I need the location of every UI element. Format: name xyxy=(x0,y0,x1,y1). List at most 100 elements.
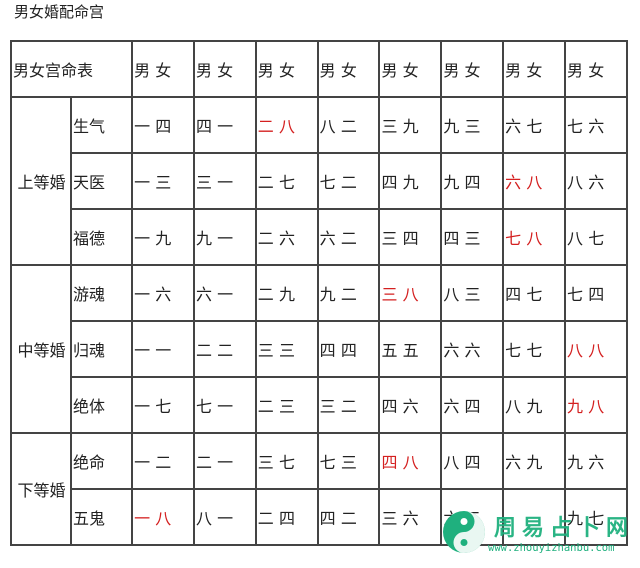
pair-cell: 二六 xyxy=(254,208,319,266)
female-label: 女 xyxy=(278,61,295,80)
palace-name: 生气 xyxy=(70,96,134,154)
palace-name: 福德 xyxy=(70,208,134,266)
male-number: 八 xyxy=(319,117,336,136)
pair-cell: 一一 xyxy=(131,320,195,378)
male-number: 三 xyxy=(257,453,274,472)
header-gender-pair: 男女 xyxy=(378,40,443,98)
male-number: 二 xyxy=(195,341,212,360)
pair-cell: 二一 xyxy=(192,432,257,490)
male-number: 二 xyxy=(195,453,212,472)
male-number: 三 xyxy=(195,173,212,192)
pair-cell: 六七 xyxy=(502,96,567,154)
male-number: 三 xyxy=(257,341,274,360)
pair-cell-highlighted: 九八 xyxy=(564,376,628,434)
pair-cell: 一三 xyxy=(131,152,195,210)
pair-cell: 六四 xyxy=(440,376,505,434)
pair-cell: 四二 xyxy=(316,488,381,546)
female-number: 六 xyxy=(588,117,605,136)
pair-cell-highlighted: 一八 xyxy=(131,488,195,546)
pair-cell: 七四 xyxy=(564,264,628,322)
male-label: 男 xyxy=(319,61,336,80)
female-label: 女 xyxy=(402,61,419,80)
female-number: 三 xyxy=(464,117,481,136)
female-number: 一 xyxy=(217,173,234,192)
female-label: 女 xyxy=(526,61,543,80)
pair-cell: 一二 xyxy=(131,432,195,490)
male-number: 四 xyxy=(381,397,398,416)
pair-cell: 四七 xyxy=(502,264,567,322)
female-number: 一 xyxy=(155,341,172,360)
female-number: 八 xyxy=(402,453,419,472)
table-row: 天医一三三一二七七二四九九四六八八六 xyxy=(11,152,628,210)
male-number: 一 xyxy=(134,509,151,528)
male-number: 九 xyxy=(567,453,584,472)
pair-cell: 一六 xyxy=(131,264,195,322)
header-gender-pair: 男女 xyxy=(316,40,381,98)
female-number: 七 xyxy=(526,341,543,360)
pair-cell-highlighted: 七八 xyxy=(502,208,567,266)
male-number: 八 xyxy=(567,173,584,192)
male-label: 男 xyxy=(567,61,584,80)
male-number: 八 xyxy=(505,397,522,416)
male-number: 二 xyxy=(257,509,274,528)
female-number: 八 xyxy=(155,509,172,528)
header-gender-pair: 男女 xyxy=(254,40,319,98)
female-number: 四 xyxy=(340,341,357,360)
female-number: 一 xyxy=(217,453,234,472)
male-number: 七 xyxy=(195,397,212,416)
female-number: 四 xyxy=(155,117,172,136)
palace-name: 游魂 xyxy=(70,264,134,322)
female-number: 七 xyxy=(155,397,172,416)
pair-cell: 一四 xyxy=(131,96,195,154)
male-number: 一 xyxy=(134,341,151,360)
female-number: 二 xyxy=(340,229,357,248)
male-number: 二 xyxy=(257,117,274,136)
pair-cell: 八四 xyxy=(440,432,505,490)
male-number: 二 xyxy=(257,285,274,304)
male-number: 一 xyxy=(134,397,151,416)
male-label: 男 xyxy=(134,61,151,80)
pair-cell: 七七 xyxy=(502,320,567,378)
table-row: 归魂一一二二三三四四五五六六七七八八 xyxy=(11,320,628,378)
pair-cell: 一七 xyxy=(131,376,195,434)
pair-cell: 八一 xyxy=(192,488,257,546)
male-number: 三 xyxy=(381,117,398,136)
pair-cell: 二四 xyxy=(254,488,319,546)
male-number: 二 xyxy=(257,229,274,248)
table-row: 下等婚 绝命一二二一三七七三四八八四六九九六 xyxy=(9,432,628,546)
pair-cell-highlighted: 三八 xyxy=(378,264,443,322)
pair-cell-highlighted: 八八 xyxy=(564,320,628,378)
male-number: 六 xyxy=(505,117,522,136)
female-number: 六 xyxy=(402,397,419,416)
male-number: 四 xyxy=(381,173,398,192)
female-number: 三 xyxy=(155,173,172,192)
female-number: 七 xyxy=(278,173,295,192)
pair-cell: 三一 xyxy=(192,152,257,210)
table-row: 福德一九九一二六六二三四四三七八八七 xyxy=(11,208,628,266)
header-gender-pair: 男女 xyxy=(192,40,257,98)
female-number: 八 xyxy=(278,117,295,136)
male-number: 九 xyxy=(443,117,460,136)
female-number: 七 xyxy=(588,229,605,248)
female-label: 女 xyxy=(340,61,357,80)
female-label: 女 xyxy=(588,61,605,80)
female-number: 二 xyxy=(340,117,357,136)
male-number: 四 xyxy=(319,509,336,528)
female-label: 女 xyxy=(155,61,172,80)
pair-cell-highlighted: 四八 xyxy=(378,432,443,490)
male-number: 七 xyxy=(319,173,336,192)
male-label: 男 xyxy=(505,61,522,80)
female-number: 九 xyxy=(402,117,419,136)
female-number: 八 xyxy=(526,173,543,192)
male-label: 男 xyxy=(195,61,212,80)
male-number: 三 xyxy=(319,397,336,416)
table-row: 五鬼一八八一二四四二三六六三九七 xyxy=(11,488,628,546)
female-number: 四 xyxy=(464,173,481,192)
female-number: 七 xyxy=(278,453,295,472)
female-number: 九 xyxy=(402,173,419,192)
male-number: 七 xyxy=(567,117,584,136)
male-number: 四 xyxy=(319,341,336,360)
female-number: 九 xyxy=(526,453,543,472)
male-label: 男 xyxy=(381,61,398,80)
female-number: 一 xyxy=(217,397,234,416)
